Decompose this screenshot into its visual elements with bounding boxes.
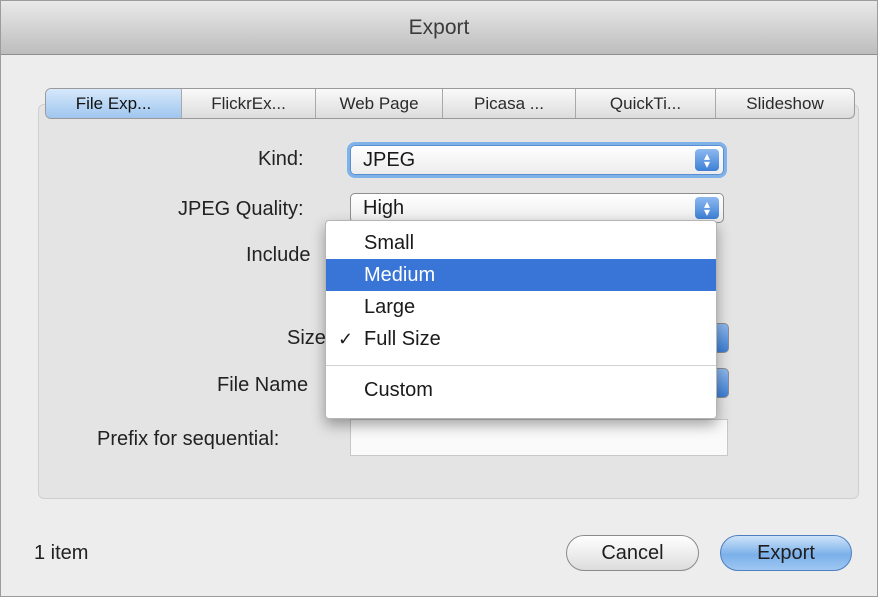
- kind-popup-value: JPEG: [363, 148, 416, 171]
- kind-popup[interactable]: JPEG ▴ ▾: [350, 145, 724, 175]
- tab-web-page[interactable]: Web Page: [316, 89, 443, 118]
- tab-file-export[interactable]: File Exp...: [46, 89, 182, 118]
- prefix-label: Prefix for sequential:: [97, 428, 280, 450]
- window-titlebar: Export: [1, 1, 877, 55]
- item-count: 1 item: [34, 542, 89, 564]
- export-button-label: Export: [757, 541, 815, 564]
- window-title: Export: [408, 15, 470, 39]
- include-label: Include: [246, 244, 311, 266]
- prefix-input[interactable]: [350, 419, 728, 456]
- menu-item-label: Large: [364, 295, 416, 318]
- menu-item-full-size[interactable]: ✓ Full Size: [326, 323, 716, 355]
- up-down-chevron-icon: ▴ ▾: [695, 197, 719, 219]
- export-tab-bar: File Exp... FlickrEx... Web Page Picasa …: [45, 88, 855, 119]
- menu-item-custom[interactable]: Custom: [326, 374, 716, 406]
- menu-item-medium[interactable]: Medium: [326, 259, 716, 291]
- size-label: Size: [287, 327, 326, 349]
- menu-item-label: Small: [364, 231, 415, 254]
- cancel-button[interactable]: Cancel: [566, 535, 699, 571]
- export-button[interactable]: Export: [720, 535, 852, 571]
- export-dialog: Export File Exp... FlickrEx... Web Page …: [0, 0, 878, 597]
- tab-slideshow[interactable]: Slideshow: [716, 89, 854, 118]
- menu-item-label: Full Size: [364, 327, 441, 350]
- checkmark-icon: ✓: [338, 329, 354, 349]
- jpeg-quality-label: JPEG Quality:: [178, 198, 304, 220]
- kind-label: Kind:: [258, 148, 304, 170]
- cancel-button-label: Cancel: [601, 541, 664, 564]
- menu-item-small[interactable]: Small: [326, 227, 716, 259]
- up-down-chevron-icon: ▴ ▾: [695, 149, 719, 171]
- tab-picasa[interactable]: Picasa ...: [443, 89, 576, 118]
- menu-item-large[interactable]: Large: [326, 291, 716, 323]
- tab-quicktime[interactable]: QuickTi...: [576, 89, 716, 118]
- file-name-label: File Name: [217, 374, 309, 396]
- menu-item-label: Custom: [364, 378, 433, 401]
- jpeg-quality-popup-value: High: [363, 196, 405, 219]
- menu-item-label: Medium: [364, 263, 436, 286]
- size-dropdown-menu: Small Medium Large ✓ Full Size Custom: [325, 220, 717, 419]
- jpeg-quality-popup[interactable]: High ▴ ▾: [350, 193, 724, 223]
- tab-flickr-export[interactable]: FlickrEx...: [182, 89, 316, 118]
- menu-separator: [326, 365, 716, 366]
